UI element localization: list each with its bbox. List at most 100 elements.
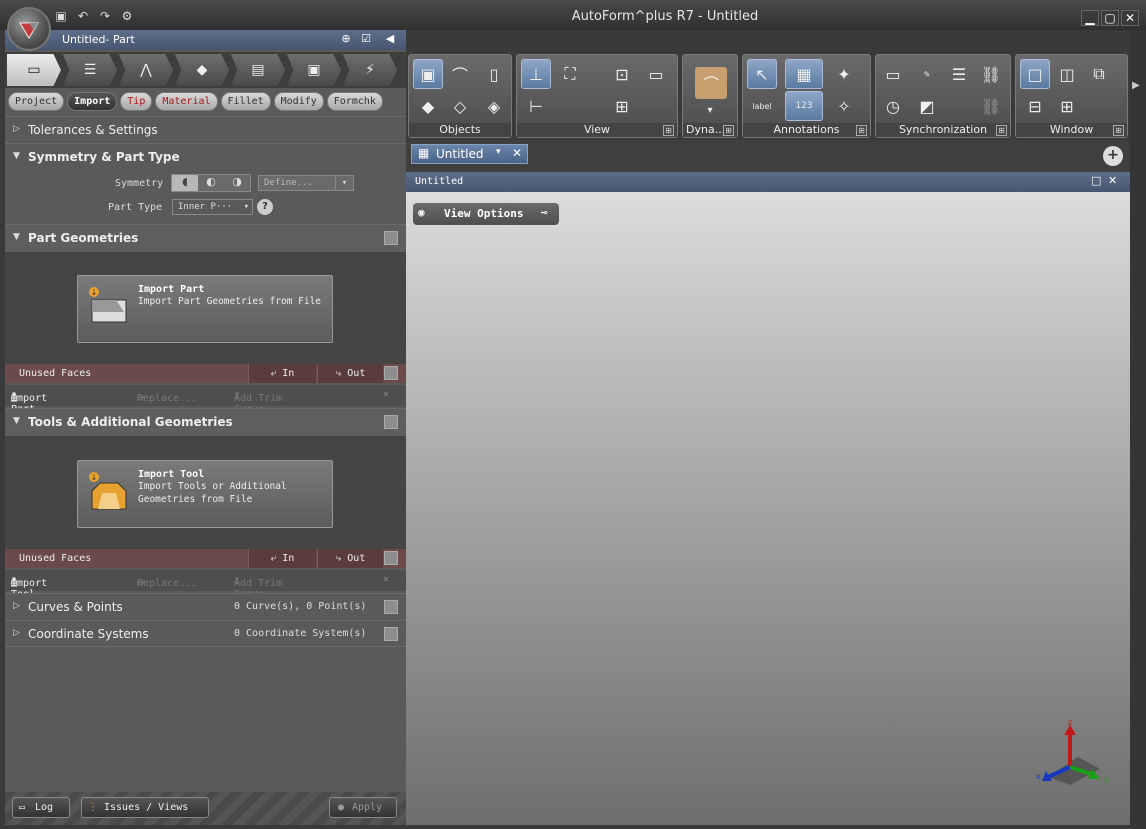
split-horizontal-icon[interactable]: ⊟ (1020, 91, 1050, 121)
axis-view-icon[interactable]: ⊥ (521, 59, 551, 89)
issues-views-button[interactable]: ⋮ Issues / Views (81, 797, 209, 818)
maximize-view-icon[interactable]: □ (1091, 174, 1101, 187)
apply-button[interactable]: ● Apply (329, 797, 397, 818)
wand-star-icon[interactable]: ✧ (829, 91, 859, 121)
checklist-icon[interactable]: ☑ (357, 32, 375, 48)
sync-list-icon[interactable]: ☰ (944, 59, 974, 89)
select-cursor-icon[interactable]: ↖ (747, 59, 777, 89)
quad-window-icon[interactable]: ⊞ (1052, 91, 1082, 121)
unlink-icon[interactable]: ⛓ (976, 91, 1006, 121)
close-tab-icon[interactable]: ✕ (512, 146, 522, 160)
object-die-icon[interactable]: ◇ (445, 91, 475, 121)
tab-project[interactable]: Project (8, 92, 65, 111)
section-view-icon[interactable]: ⊢ (521, 91, 551, 121)
symmetry-one-icon[interactable]: ◐ (198, 175, 224, 191)
close-button[interactable]: ✕ (1121, 10, 1139, 26)
minimize-button[interactable]: ▁ (1081, 10, 1099, 26)
object-plane-icon[interactable]: ◆ (413, 91, 443, 121)
unused-faces-checkbox[interactable] (384, 366, 398, 380)
tab-material[interactable]: Material (155, 92, 218, 111)
add-trim-curve-button[interactable]: ✂ Add Trim Curve... ▾ (234, 574, 282, 600)
step-tools[interactable]: ▤ (231, 54, 285, 86)
step-process[interactable]: ☰ (63, 54, 117, 86)
symmetry-none-icon[interactable]: ◖ (172, 175, 198, 191)
launcher-icon[interactable]: ⊞ (723, 125, 734, 136)
in-button[interactable]: ⤶ In (248, 364, 316, 383)
delete-icon[interactable]: ✕ (383, 389, 389, 400)
in-button[interactable]: ⤶ In (248, 549, 316, 568)
save-icon[interactable]: ▣ (52, 9, 70, 23)
symmetry-two-icon[interactable]: ◑ (224, 175, 250, 191)
part-geometries-header[interactable]: ▼ Part Geometries (5, 224, 406, 252)
step-blank[interactable]: ◆ (175, 54, 229, 86)
tab-tip[interactable]: Tip (120, 92, 153, 111)
label-icon[interactable]: label (747, 91, 777, 121)
clock-icon[interactable]: ◷ (878, 91, 908, 121)
import-tool-menu[interactable]: ▤ Import Tool... ▾ (11, 574, 53, 600)
contour-icon[interactable]: ◩ (912, 91, 942, 121)
floating-window-icon[interactable]: ⧉ (1084, 59, 1114, 89)
maximize-button[interactable]: ▢ (1101, 10, 1119, 26)
define-field[interactable]: Define... ▾ (258, 175, 354, 191)
undo-icon[interactable]: ↶ (74, 9, 92, 23)
coordinate-systems-section[interactable]: ▷ Coordinate Systems 0 Coordinate System… (5, 620, 406, 647)
add-trim-curve-button[interactable]: ✂ Add Trim Curve... ▾ (234, 389, 282, 415)
frame-icon[interactable]: ⊞ (607, 91, 637, 121)
tolerances-section[interactable]: ▷ Tolerances & Settings (5, 116, 406, 143)
object-cube-icon[interactable]: ▣ (413, 59, 443, 89)
settings-icon[interactable]: ⚙ (118, 9, 136, 23)
object-punch-icon[interactable]: ◈ (479, 91, 509, 121)
view-options-button[interactable]: ◉ View Options ⊸ (413, 203, 559, 225)
number-field[interactable]: 123 (785, 91, 823, 121)
collapse-arrow-icon[interactable]: ▼ (13, 151, 20, 161)
zoom-icon[interactable]: ⊡ (607, 59, 637, 89)
tab-fillet[interactable]: Fillet (220, 92, 271, 111)
section-checkbox[interactable] (384, 600, 398, 614)
launcher-icon[interactable]: ⊞ (996, 125, 1007, 136)
link-icon[interactable]: ⛓ (976, 59, 1006, 89)
fit-view-icon[interactable]: ⛶ (555, 59, 585, 89)
redo-icon[interactable]: ↷ (96, 9, 114, 23)
object-tool-icon[interactable]: ⌒ (445, 59, 475, 89)
step-simulation[interactable]: ⚡ (343, 54, 397, 86)
pin-icon[interactable]: ⊸ (541, 206, 548, 219)
section-checkbox[interactable] (384, 415, 398, 429)
right-scroll-strip[interactable]: ▶ (1130, 30, 1146, 829)
split-vertical-icon[interactable]: ◫ (1052, 59, 1082, 89)
out-button[interactable]: ⤷ Out (317, 549, 383, 568)
part-type-select[interactable]: Inner P··· ▾ (172, 199, 253, 215)
launcher-icon[interactable]: ⊞ (856, 125, 867, 136)
step-drawing[interactable]: ⋀ (119, 54, 173, 86)
magic-wand-icon[interactable]: ✦ (829, 59, 859, 89)
step-control[interactable]: ▣ (287, 54, 341, 86)
tab-formchk[interactable]: Formchk (326, 92, 383, 111)
single-window-icon[interactable]: □ (1020, 59, 1050, 89)
object-sheet-icon[interactable]: ▯ (479, 59, 509, 89)
section-checkbox[interactable] (384, 627, 398, 641)
import-tool-button[interactable]: ↓ Import Tool Import Tools or Additional… (77, 460, 333, 528)
sync-label-icon[interactable]: ✎ (912, 59, 942, 89)
chevron-down-icon[interactable]: ▾ (496, 147, 501, 157)
close-view-icon[interactable]: ✕ (1108, 174, 1117, 187)
3d-viewport[interactable]: ◉ View Options ⊸ z y x (406, 192, 1130, 825)
delete-icon[interactable]: ✕ (383, 574, 389, 585)
step-geometry[interactable]: ▭ (7, 54, 61, 86)
document-tab[interactable]: ▦ Untitled ▾ ✕ (411, 144, 528, 164)
help-icon[interactable]: ? (257, 199, 273, 215)
add-tab-icon[interactable]: + (1103, 146, 1123, 166)
tab-import[interactable]: Import (67, 92, 118, 111)
camera-icon[interactable]: ▭ (641, 59, 671, 89)
dynamic-surface-icon[interactable]: ⌒ (695, 67, 727, 99)
launcher-icon[interactable]: ⊞ (1113, 125, 1124, 136)
chevron-down-icon[interactable]: ▾ (695, 99, 725, 121)
ruler-icon[interactable]: ▦ (785, 59, 823, 89)
out-button[interactable]: ⤷ Out (317, 364, 383, 383)
app-logo[interactable] (7, 7, 51, 51)
import-part-button[interactable]: ↓ Import Part Import Part Geometries fro… (77, 275, 333, 343)
launcher-icon[interactable]: ⊞ (663, 125, 674, 136)
import-part-menu[interactable]: ▤ Import Part... ▾ (11, 389, 53, 415)
tools-geometries-header[interactable]: ▼ Tools & Additional Geometries (5, 408, 406, 436)
pin-icon[interactable]: ⊕ (337, 32, 355, 48)
tab-modify[interactable]: Modify (273, 92, 324, 111)
sync-camera-icon[interactable]: ▭ (878, 59, 908, 89)
